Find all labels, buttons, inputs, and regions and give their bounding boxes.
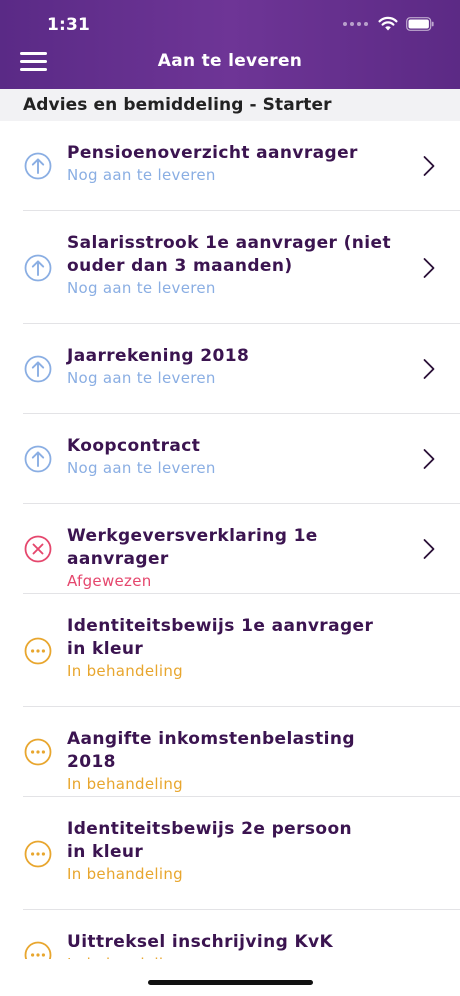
item-status: Nog aan te leveren: [67, 279, 216, 297]
battery-icon: [406, 16, 434, 31]
document-list-item[interactable]: Jaarrekening 2018 Nog aan te leveren: [0, 324, 460, 414]
processing-dots-icon: [24, 840, 52, 868]
item-status: In behandeling: [67, 662, 183, 680]
item-title: Identiteitsbewijs 2e persoon: [67, 819, 353, 839]
item-title: Aangifte inkomstenbelasting 2018: [67, 729, 355, 772]
item-text: Pensioenoverzicht aanvrager Nog aan te le…: [67, 142, 410, 185]
item-status: In behandeling: [67, 954, 410, 959]
item-text: Werkgeversverklaring 1e aanvrager Afgewez…: [67, 525, 410, 591]
document-list-item[interactable]: Werkgeversverklaring 1e aanvrager Afgewez…: [0, 504, 460, 594]
item-title: Pensioenoverzicht aanvrager: [67, 143, 358, 163]
item-text: Identiteitsbewijs 1e aanvrager in kleur In…: [67, 615, 410, 681]
item-text: Koopcontract Nog aan te leveren: [67, 435, 410, 478]
page-title: Aan te leveren: [157, 51, 303, 71]
upload-arrow-icon: [24, 152, 52, 180]
item-status: Nog aan te leveren: [67, 166, 216, 184]
document-list-item[interactable]: Salarisstrook 1e aanvrager (niet ouder da…: [0, 211, 460, 324]
processing-dots-icon: [24, 637, 52, 665]
upload-arrow-icon: [24, 254, 52, 282]
item-title: ouder dan 3 maanden): [67, 256, 293, 276]
item-text: Uittreksel inschrijving KvK In behandelin…: [67, 931, 410, 959]
processing-dots-icon: [24, 738, 52, 766]
chevron-right-icon: [422, 155, 436, 177]
cellular-signal-icon: [343, 21, 368, 26]
document-list-item[interactable]: Pensioenoverzicht aanvrager Nog aan te le…: [0, 121, 460, 211]
chevron-right-icon: [422, 257, 436, 279]
upload-arrow-icon: [24, 445, 52, 473]
upload-arrow-icon: [24, 355, 52, 383]
item-title: Uittreksel inschrijving KvK: [67, 932, 334, 952]
navigation-header: 1:31 Aan te leveren: [0, 0, 460, 89]
item-title: Identiteitsbewijs 1e aanvrager: [67, 616, 374, 636]
document-list-item[interactable]: Aangifte inkomstenbelasting 2018 In behan…: [0, 707, 460, 797]
item-status: Nog aan te leveren: [67, 369, 216, 387]
item-title: Koopcontract: [67, 436, 201, 456]
status-icons: [343, 16, 434, 31]
item-status: Afgewezen: [67, 572, 152, 590]
chevron-right-icon: [422, 538, 436, 560]
processing-dots-icon: [24, 941, 52, 959]
chevron-right-icon: [422, 358, 436, 380]
rejected-x-icon: [24, 535, 52, 563]
item-text: Jaarrekening 2018 Nog aan te leveren: [67, 345, 410, 388]
item-text: Salarisstrook 1e aanvrager (niet ouder da…: [67, 232, 410, 298]
section-header: Advies en bemiddeling - Starter: [0, 89, 460, 121]
item-title: Salarisstrook 1e aanvrager (niet: [67, 233, 391, 253]
item-title: Jaarrekening 2018: [67, 346, 250, 366]
document-list: Pensioenoverzicht aanvrager Nog aan te le…: [0, 121, 460, 959]
wifi-icon: [378, 16, 398, 31]
document-list-item[interactable]: Koopcontract Nog aan te leveren: [0, 414, 460, 504]
document-list-item[interactable]: Identiteitsbewijs 2e persoon in kleur In b…: [0, 797, 460, 910]
item-status: In behandeling: [67, 865, 183, 883]
item-text: Aangifte inkomstenbelasting 2018 In behan…: [67, 728, 410, 794]
item-text: Identiteitsbewijs 2e persoon in kleur In b…: [67, 818, 410, 884]
item-title: in kleur: [67, 842, 144, 862]
chevron-right-icon: [422, 448, 436, 470]
item-title: Werkgeversverklaring 1e aanvrager: [67, 526, 318, 569]
home-indicator[interactable]: [148, 980, 313, 985]
status-time: 1:31: [47, 15, 91, 35]
item-title: in kleur: [67, 639, 144, 659]
document-list-item[interactable]: Identiteitsbewijs 1e aanvrager in kleur In…: [0, 594, 460, 707]
item-status: In behandeling: [67, 775, 183, 793]
item-status: Nog aan te leveren: [67, 459, 216, 477]
document-list-item[interactable]: Uittreksel inschrijving KvK In behandelin…: [0, 910, 460, 959]
